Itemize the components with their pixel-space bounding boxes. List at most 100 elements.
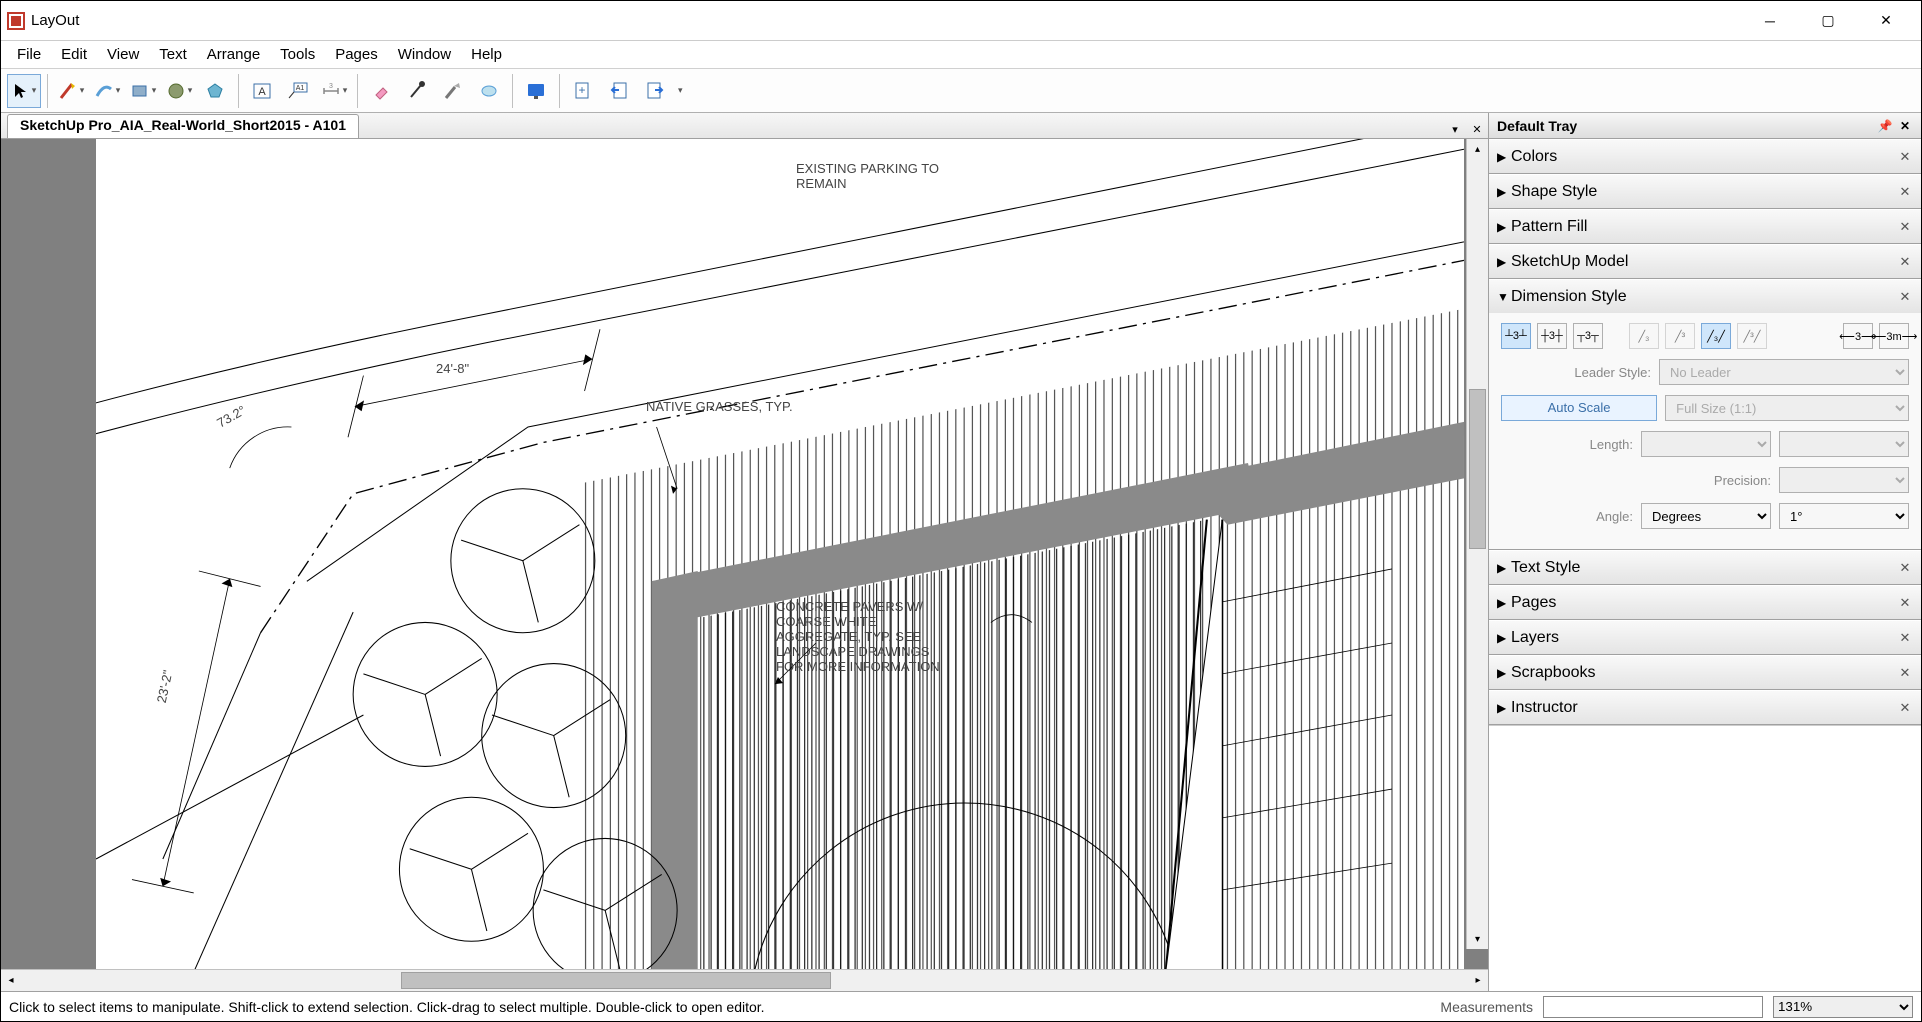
panel-close-icon[interactable]: ✕: [1897, 219, 1913, 235]
panel-sketchup-model: ▶SketchUp Model✕: [1489, 244, 1921, 279]
panel-close-icon[interactable]: ✕: [1897, 665, 1913, 681]
toolbar-overflow[interactable]: ▾: [678, 85, 683, 96]
auto-scale-button[interactable]: Auto Scale: [1501, 395, 1657, 421]
panel-head-sketchup-model[interactable]: ▶SketchUp Model✕: [1489, 244, 1921, 278]
tray-close-icon[interactable]: ✕: [1897, 119, 1913, 133]
canvas[interactable]: EXISTING PARKING TO REMAIN NATIVE GRASSE…: [1, 139, 1488, 969]
tab-list-dropdown[interactable]: ▾: [1446, 120, 1464, 138]
prev-page-tool[interactable]: [602, 74, 636, 108]
zoom-select[interactable]: 131%: [1773, 996, 1913, 1018]
label-tool[interactable]: A1: [281, 74, 315, 108]
panel-head-scrapbooks[interactable]: ▶Scrapbooks✕: [1489, 655, 1921, 689]
vscroll-thumb[interactable]: [1469, 389, 1486, 549]
document-area: SketchUp Pro_AIA_Real-World_Short2015 - …: [1, 113, 1489, 991]
document-tab[interactable]: SketchUp Pro_AIA_Real-World_Short2015 - …: [7, 114, 359, 138]
hscroll-thumb[interactable]: [401, 972, 831, 989]
maximize-button[interactable]: ▢: [1799, 3, 1857, 39]
svg-text:+: +: [578, 83, 585, 97]
length-units-select[interactable]: [1641, 431, 1771, 457]
dimension-tool[interactable]: 3▾: [317, 74, 351, 108]
rectangle-tool[interactable]: ▾: [126, 74, 160, 108]
angle-precision-select[interactable]: 1°: [1779, 503, 1909, 529]
dim-ext-2[interactable]: ⟵3m⟶: [1879, 323, 1909, 349]
scroll-up-arrow[interactable]: ▴: [1467, 139, 1488, 159]
eraser-tool[interactable]: [364, 74, 398, 108]
panel-close-icon[interactable]: ✕: [1897, 149, 1913, 165]
tray-title-bar[interactable]: Default Tray 📌 ✕: [1489, 113, 1921, 139]
panel-head-pattern-fill[interactable]: ▶Pattern Fill✕: [1489, 209, 1921, 243]
text-tool[interactable]: A: [245, 74, 279, 108]
title-bar: LayOut ─ ▢ ✕: [1, 1, 1921, 41]
expand-arrow-icon: ▶: [1497, 631, 1511, 645]
menu-view[interactable]: View: [97, 43, 149, 66]
scroll-right-arrow[interactable]: ▸: [1468, 970, 1488, 991]
panel-head-instructor[interactable]: ▶Instructor✕: [1489, 690, 1921, 724]
tab-close-button[interactable]: ✕: [1468, 120, 1486, 138]
dim-text-below[interactable]: ┬3┬: [1573, 323, 1603, 349]
panel-close-icon[interactable]: ✕: [1897, 630, 1913, 646]
circle-tool[interactable]: ▾: [162, 74, 196, 108]
panel-close-icon[interactable]: ✕: [1897, 184, 1913, 200]
menu-help[interactable]: Help: [461, 43, 512, 66]
leader-style-select[interactable]: No Leader: [1659, 359, 1909, 385]
scale-select[interactable]: Full Size (1:1): [1665, 395, 1909, 421]
present-tool[interactable]: [519, 74, 553, 108]
tray-pin-icon[interactable]: 📌: [1877, 119, 1893, 133]
measurements-input[interactable]: [1543, 996, 1763, 1018]
panel-close-icon[interactable]: ✕: [1897, 595, 1913, 611]
line-tool[interactable]: ▾: [54, 74, 88, 108]
panel-close-icon[interactable]: ✕: [1897, 700, 1913, 716]
select-tool[interactable]: ▾: [7, 74, 41, 108]
arc-tool[interactable]: ▾: [90, 74, 124, 108]
split-tool[interactable]: [436, 74, 470, 108]
status-bar: Click to select items to manipulate. Shi…: [1, 991, 1921, 1021]
panel-head-layers[interactable]: ▶Layers✕: [1489, 620, 1921, 654]
dim-align-3[interactable]: ╱₃╱: [1701, 323, 1731, 349]
close-button[interactable]: ✕: [1857, 3, 1915, 39]
panel-instructor: ▶Instructor✕: [1489, 690, 1921, 725]
menu-window[interactable]: Window: [388, 43, 461, 66]
minimize-button[interactable]: ─: [1741, 3, 1799, 39]
dim-ext-1[interactable]: ⟵3⟶: [1843, 323, 1873, 349]
expand-arrow-icon: ▶: [1497, 185, 1511, 199]
dim-text-center[interactable]: ┼3┼: [1537, 323, 1567, 349]
length-label: Length:: [1590, 437, 1633, 452]
add-page-tool[interactable]: +: [566, 74, 600, 108]
panel-head-shape-style[interactable]: ▶Shape Style✕: [1489, 174, 1921, 208]
vertical-scrollbar[interactable]: ▴ ▾: [1466, 139, 1488, 949]
panel-close-icon[interactable]: ✕: [1897, 289, 1913, 305]
angle-units-select[interactable]: Degrees: [1641, 503, 1771, 529]
next-page-tool[interactable]: [638, 74, 672, 108]
panel-head-colors[interactable]: ▶Colors✕: [1489, 139, 1921, 173]
panel-head-dimension-style[interactable]: ▼ Dimension Style ✕: [1489, 279, 1921, 313]
panel-close-icon[interactable]: ✕: [1897, 560, 1913, 576]
dim-align-1[interactable]: ╱₃: [1629, 323, 1659, 349]
menu-arrange[interactable]: Arrange: [197, 43, 270, 66]
menu-bar: FileEditViewTextArrangeToolsPagesWindowH…: [1, 41, 1921, 69]
panel-close-icon[interactable]: ✕: [1897, 254, 1913, 270]
menu-text[interactable]: Text: [149, 43, 197, 66]
dim-align-2[interactable]: ╱³: [1665, 323, 1695, 349]
menu-tools[interactable]: Tools: [270, 43, 325, 66]
dim-text-above[interactable]: ┴3┴: [1501, 323, 1531, 349]
menu-edit[interactable]: Edit: [51, 43, 97, 66]
polygon-tool[interactable]: [198, 74, 232, 108]
expand-arrow-icon: ▶: [1497, 701, 1511, 715]
page-paper: EXISTING PARKING TO REMAIN NATIVE GRASSE…: [96, 139, 1464, 969]
dim-align-4[interactable]: ╱³╱: [1737, 323, 1767, 349]
scroll-left-arrow[interactable]: ◂: [1, 970, 21, 991]
menu-pages[interactable]: Pages: [325, 43, 388, 66]
panel-head-pages[interactable]: ▶Pages✕: [1489, 585, 1921, 619]
tray-empty-area: [1489, 725, 1921, 991]
app-icon: [7, 12, 25, 30]
style-tool[interactable]: [400, 74, 434, 108]
precision-select[interactable]: [1779, 467, 1909, 493]
horizontal-scrollbar[interactable]: ◂ ▸: [1, 969, 1488, 991]
join-tool[interactable]: [472, 74, 506, 108]
length-precision-select[interactable]: [1779, 431, 1909, 457]
note-pavers: CONCRETE PAVERS W/ COARSE WHITE AGGREGAT…: [776, 599, 956, 674]
scroll-down-arrow[interactable]: ▾: [1467, 929, 1488, 949]
toolbar: ▾ ▾ ▾ ▾ ▾ A A1 3▾ + ▾: [1, 69, 1921, 113]
menu-file[interactable]: File: [7, 43, 51, 66]
panel-head-text-style[interactable]: ▶Text Style✕: [1489, 550, 1921, 584]
